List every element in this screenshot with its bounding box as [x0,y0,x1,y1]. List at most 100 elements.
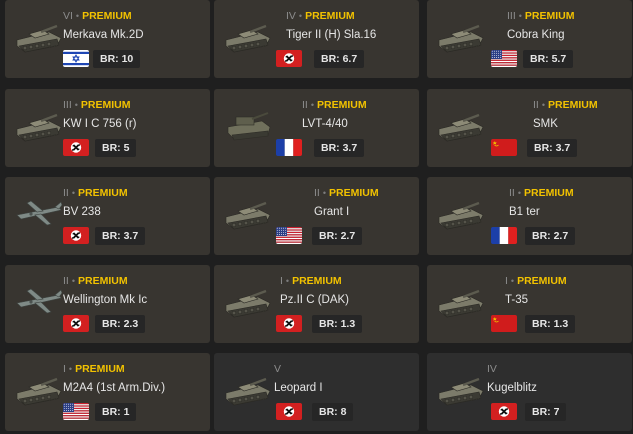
rank-label: IV [286,10,296,22]
ussr-flag-icon [491,315,517,332]
battle-rating-badge: BR: 2.7 [525,227,576,245]
separator-dot: • [298,11,303,21]
vehicle-name: Merkava Mk.2D [63,29,144,41]
tank-icon [13,16,65,56]
separator-dot: • [68,364,73,374]
vehicle-name: T-35 [505,294,529,306]
rank-label: II [63,275,69,287]
tier-line: III • PREMIUM [507,10,575,22]
rank-label: II [533,99,539,111]
tier-line: I • PREMIUM [63,363,125,375]
separator-dot: • [518,11,522,21]
vehicle-card[interactable]: IV • PREMIUM Tiger II (H) Sla.16 BR: 6.7 [214,0,419,78]
separator-dot: • [74,100,78,110]
vehicle-name: BV 238 [63,206,101,218]
battle-rating-badge: BR: 10 [93,50,141,68]
vehicle-name: Kugelblitz [487,382,537,394]
tank-icon [435,16,487,56]
tier-line: III • PREMIUM [63,99,131,111]
rank-label: II [63,187,69,199]
vehicle-name: Pz.II C (DAK) [280,294,350,306]
battle-rating-badge: BR: 1 [95,403,137,421]
vehicle-name: KW I C 756 (r) [63,118,137,130]
spg-icon [222,105,274,145]
vehicle-card[interactable]: II • PREMIUM Wellington Mk Ic BR: 2.3 [5,265,210,343]
vehicle-name: Wellington Mk Ic [63,294,148,306]
separator-dot: • [517,188,521,198]
tier-line: VI • PREMIUM [63,10,132,22]
battle-rating-badge: BR: 1.3 [312,315,363,333]
germany-flag-icon [276,315,302,332]
vehicle-name: Grant I [314,206,350,218]
tank-icon [435,193,487,233]
battle-rating-badge: BR: 5.7 [523,50,574,68]
premium-label: PREMIUM [80,99,131,111]
france-flag-icon [491,227,517,244]
tier-line: IV • PREMIUM [286,10,355,22]
rank-label: VI [63,10,73,22]
vehicle-name: Leopard I [274,382,323,394]
premium-label: PREMIUM [305,10,355,22]
tier-line: IV [487,363,497,375]
premium-label: PREMIUM [329,187,379,199]
tier-line: II • PREMIUM [509,187,574,199]
premium-label: PREMIUM [317,99,367,111]
rank-label: I [63,363,66,375]
rank-label: II [509,187,515,199]
tank-icon [222,281,274,321]
vehicle-name: M2A4 (1st Arm.Div.) [63,382,166,394]
vehicle-card[interactable]: VI • PREMIUM Merkava Mk.2D BR: 10 [5,0,210,78]
vehicle-card[interactable]: I • PREMIUM T-35 BR: 1.3 [427,265,632,343]
separator-dot: • [310,100,314,110]
battle-rating-badge: BR: 3.7 [95,227,146,245]
usa-flag-icon [63,403,89,420]
tank-icon [435,281,487,321]
vehicle-card[interactable]: II • PREMIUM B1 ter BR: 2.7 [427,177,632,255]
premium-label: PREMIUM [292,275,342,287]
tank-icon [222,16,274,56]
rank-label: II [302,99,308,111]
tank-icon [435,105,487,145]
vehicle-name: Tiger II (H) Sla.16 [286,29,377,41]
usa-flag-icon [491,50,517,67]
vehicle-card[interactable]: II • PREMIUM Grant I BR: 2.7 [214,177,419,255]
battle-rating-badge: BR: 2.3 [95,315,146,333]
tier-line: I • PREMIUM [505,275,567,287]
vehicle-card[interactable]: III • PREMIUM Cobra King BR: 5.7 [427,0,632,78]
vehicle-card[interactable]: II • PREMIUM SMK BR: 3.7 [427,89,632,167]
vehicle-card[interactable]: II • PREMIUM LVT-4/40 BR: 3.7 [214,89,419,167]
vehicle-card[interactable]: IV Kugelblitz BR: 7 [427,353,632,431]
separator-dot: • [322,188,326,198]
plane-icon [13,193,65,233]
germany-flag-icon [276,403,302,420]
germany-flag-icon [63,227,89,244]
rank-label: IV [487,363,497,375]
premium-label: PREMIUM [75,363,125,375]
battle-rating-badge: BR: 6.7 [314,50,365,68]
battle-rating-badge: BR: 2.7 [312,227,363,245]
tank-icon [13,105,65,145]
rank-label: V [274,363,282,375]
israel-flag-icon [63,50,89,67]
battle-rating-badge: BR: 8 [312,403,354,421]
vehicle-card[interactable]: V Leopard I BR: 8 [214,353,419,431]
tier-line: I • PREMIUM [280,275,342,287]
tank-icon [13,369,65,409]
separator-dot: • [75,11,80,21]
rank-label: III [63,99,72,111]
vehicle-card[interactable]: I • PREMIUM M2A4 (1st Arm.Div.) BR: 1 [5,353,210,431]
tier-line: V [274,363,281,375]
vehicle-name: LVT-4/40 [302,118,348,130]
vehicle-card[interactable]: I • PREMIUM Pz.II C (DAK) BR: 1.3 [214,265,419,343]
separator-dot: • [71,276,75,286]
premium-label: PREMIUM [82,10,132,22]
vehicle-name: B1 ter [509,206,540,218]
tier-line: II • PREMIUM [314,187,379,199]
premium-label: PREMIUM [78,275,128,287]
battle-rating-badge: BR: 3.7 [314,139,365,157]
vehicle-card[interactable]: III • PREMIUM KW I C 756 (r) BR: 5 [5,89,210,167]
plane-icon [13,281,65,321]
vehicle-card[interactable]: II • PREMIUM BV 238 BR: 3.7 [5,177,210,255]
rank-label: II [314,187,320,199]
tier-line: II • PREMIUM [63,187,128,199]
